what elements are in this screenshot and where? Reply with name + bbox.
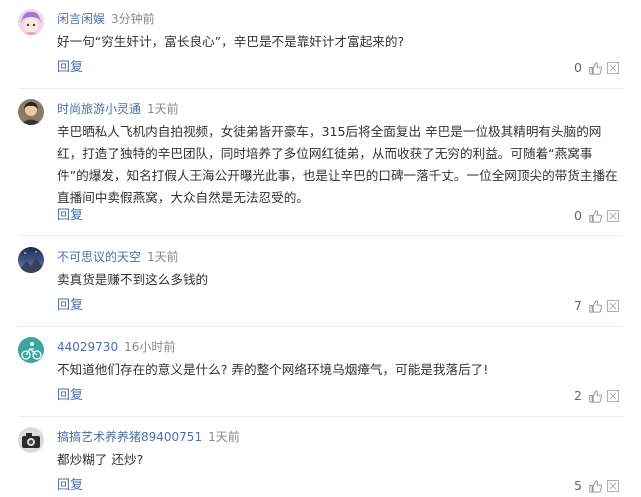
divider [18, 235, 623, 236]
like-count: 0 [574, 208, 582, 223]
comment-meta: 时尚旅游小灵通 1天前 [57, 99, 179, 118]
cyclist-avatar-icon[interactable] [18, 337, 44, 363]
comment-text: 都炒糊了 还炒? [57, 452, 144, 467]
comment-text: 卖真货是赚不到这么多钱的 [57, 272, 209, 287]
comment-meta: 不可思议的天空 1天前 [57, 247, 179, 266]
anime-avatar-icon[interactable] [18, 9, 44, 35]
comment-meta: 闲言闲娱 3分钟前 [57, 9, 155, 28]
comment-time: 3分钟前 [111, 12, 155, 26]
camera-avatar-icon[interactable] [18, 427, 44, 453]
comment-meta: 搞搞艺术养养猪89400751 1天前 [57, 427, 240, 446]
thumbs-up-icon[interactable] [588, 389, 603, 404]
more-options-icon[interactable] [607, 300, 619, 312]
portrait-avatar-icon[interactable] [18, 99, 44, 125]
more-options-icon[interactable] [607, 62, 619, 74]
reply-button[interactable]: 回复 [57, 388, 83, 404]
sky-avatar-icon[interactable] [18, 247, 44, 273]
like-count: 5 [574, 478, 582, 493]
reply-button[interactable]: 回复 [57, 60, 83, 76]
comment-text: 不知道他们存在的意义是什么? 弄的整个网络环境乌烟瘴气，可能是我落后了! [57, 362, 489, 377]
comment-time: 1天前 [147, 102, 179, 116]
like-count: 2 [574, 388, 582, 403]
comment-actions: 0 [574, 60, 619, 76]
comment-text: 辛巴晒私人飞机内自拍视频，女徒弟皆开豪车，315后将全面复出 辛巴是一位极其精明… [57, 124, 618, 205]
thumbs-up-icon[interactable] [588, 299, 603, 314]
divider [18, 326, 623, 327]
comment-actions: 0 [574, 208, 619, 224]
comment-actions: 2 [574, 388, 619, 404]
thumbs-up-icon[interactable] [588, 61, 603, 76]
comment-time: 1天前 [147, 250, 179, 264]
like-count: 0 [574, 60, 582, 75]
username-link[interactable]: 时尚旅游小灵通 [57, 102, 141, 116]
thumbs-up-icon[interactable] [588, 479, 603, 494]
more-options-icon[interactable] [607, 390, 619, 402]
username-link[interactable]: 闲言闲娱 [57, 12, 105, 26]
username-link[interactable]: 44029730 [57, 340, 118, 354]
comment-actions: 7 [574, 298, 619, 314]
like-count: 7 [574, 298, 582, 313]
more-options-icon[interactable] [607, 210, 619, 222]
username-link[interactable]: 搞搞艺术养养猪89400751 [57, 430, 202, 444]
comment-time: 16小时前 [124, 340, 176, 354]
comment-actions: 5 [574, 478, 619, 494]
reply-button[interactable]: 回复 [57, 298, 83, 314]
comment-time: 1天前 [208, 430, 240, 444]
thumbs-up-icon[interactable] [588, 209, 603, 224]
comment-text: 好一句“穷生奸计，富长良心”，辛巴是不是靠奸计才富起来的? [57, 34, 405, 49]
comment-meta: 44029730 16小时前 [57, 337, 175, 356]
divider [18, 416, 623, 417]
more-options-icon[interactable] [607, 480, 619, 492]
divider [18, 88, 623, 89]
username-link[interactable]: 不可思议的天空 [57, 250, 141, 264]
reply-button[interactable]: 回复 [57, 478, 83, 494]
reply-button[interactable]: 回复 [57, 208, 83, 224]
